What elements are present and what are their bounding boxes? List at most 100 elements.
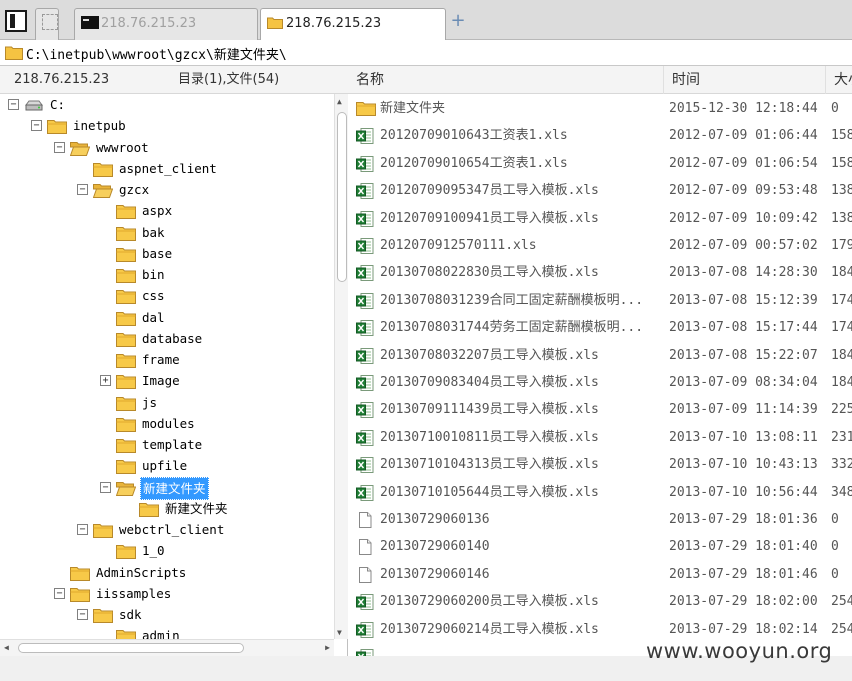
tree-node[interactable]: admin [100, 625, 334, 639]
tree-node[interactable]: aspnet_client [77, 158, 334, 179]
collapse-toggle-icon[interactable]: − [31, 120, 42, 132]
file-time: 2013-07-29 18:01:40 [669, 539, 818, 555]
tree-node[interactable]: + Image [100, 370, 334, 391]
collapse-toggle-icon[interactable]: − [77, 184, 88, 195]
collapse-toggle-icon[interactable]: − [77, 609, 88, 620]
file-time: 2013-07-09 08:34:04 [669, 375, 818, 390]
scroll-down-arrow-icon[interactable]: ▼ [337, 628, 342, 637]
tree-node[interactable]: template [100, 434, 334, 455]
column-header-name[interactable]: 名称 [348, 66, 664, 94]
file-row[interactable]: 20130710010811员工导入模板.xls 2013-07-10 13:08… [348, 424, 852, 451]
tree-node[interactable]: AdminScripts [54, 562, 334, 583]
file-row[interactable]: 20120709010643工资表1.xls 2012-07-09 01:06:4… [348, 122, 852, 149]
tree-node[interactable]: − 新建文件夹 [100, 476, 334, 500]
folder-open-icon [69, 140, 91, 156]
tree-node[interactable]: − inetpub [31, 115, 331, 136]
collapse-toggle-icon[interactable]: − [54, 141, 65, 153]
tree-node-label: modules [142, 415, 195, 431]
folder-icon [116, 373, 136, 390]
expand-toggle-icon[interactable]: + [100, 375, 111, 387]
tree-node[interactable]: 新建文件夹 [123, 498, 334, 519]
tree-node[interactable]: base [100, 243, 334, 264]
file-row[interactable]: 20130708031239合同工固定薪酬模板明... 2013-07-08 15… [348, 287, 852, 314]
tree-node[interactable]: dal [100, 307, 334, 328]
tree-node[interactable]: upfile [100, 455, 334, 476]
file-row[interactable]: 20130729060136 2013-07-29 18:01:36 0 [348, 506, 852, 533]
file-row[interactable]: 20130709083404员工导入模板.xls 2013-07-09 08:34… [348, 369, 852, 396]
tree-node[interactable]: − wwwroot [54, 137, 334, 158]
file-time: 2013-07-09 11:14:39 [669, 402, 818, 418]
tree-node[interactable]: − iissamples [54, 583, 334, 604]
tree-node-label: webctrl_client [119, 522, 225, 537]
file-size: 254 [831, 621, 852, 637]
tree-node[interactable]: frame [100, 349, 334, 370]
file-row[interactable]: 20120709010654工资表1.xls 2012-07-09 01:06:5… [348, 150, 852, 177]
tree-node[interactable]: − C: [8, 94, 308, 115]
excel-icon [356, 648, 374, 656]
tree-node-label: AdminScripts [96, 564, 187, 580]
file-row[interactable]: 20130708031744劳务工固定薪酬模板明... 2013-07-08 15… [348, 314, 852, 341]
tab-label: 218.76.215.23 [101, 16, 197, 31]
collapse-toggle-icon[interactable]: − [8, 99, 19, 110]
tree-node[interactable]: − sdk [77, 604, 334, 625]
add-tab-button[interactable]: + [449, 10, 467, 32]
file-row[interactable]: 20130708022830员工导入模板.xls 2013-07-08 14:28… [348, 259, 852, 286]
folder-icon [116, 543, 136, 560]
folder-icon [93, 161, 113, 177]
column-header-size[interactable]: 大小 [826, 66, 852, 94]
file-row[interactable]: 20120709095347员工导入模板.xls 2012-07-09 09:53… [348, 177, 852, 204]
tree-node[interactable]: 1_0 [100, 540, 334, 561]
file-row[interactable]: 20130729060146 2013-07-29 18:01:46 0 [348, 561, 852, 588]
file-name: 20120709010643工资表1.xls [380, 128, 568, 144]
tab-terminal[interactable]: 218.76.215.23 [74, 8, 258, 40]
tree-node[interactable]: css [100, 285, 334, 306]
file-name: 20130709083404员工导入模板.xls [380, 375, 599, 390]
file-row[interactable]: 新建文件夹 2015-12-30 12:18:44 0 [348, 95, 852, 122]
tree-node-label: iissamples [96, 585, 172, 601]
watermark: www.wooyun.org [646, 639, 833, 663]
column-header-time[interactable]: 时间 [664, 66, 826, 94]
collapse-toggle-icon[interactable]: − [100, 481, 111, 493]
collapse-toggle-icon[interactable]: − [77, 524, 88, 535]
tree-node[interactable]: modules [100, 413, 334, 434]
file-row[interactable]: 20130709111439员工导入模板.xls 2013-07-09 11:14… [348, 396, 852, 423]
blank-tab[interactable] [35, 8, 59, 40]
file-row[interactable]: 20120709100941员工导入模板.xls 2012-07-09 10:09… [348, 205, 852, 232]
tree-node[interactable]: − gzcx [77, 179, 334, 200]
file-row[interactable]: 20130710105644员工导入模板.xls 2013-07-10 10:56… [348, 479, 852, 506]
file-row[interactable]: 20130729060200员工导入模板.xls 2013-07-29 18:02… [348, 588, 852, 615]
excel-icon [356, 429, 374, 447]
folder-icon [70, 586, 90, 602]
file-row[interactable]: 20130708032207员工导入模板.xls 2013-07-08 15:22… [348, 342, 852, 369]
scrollbar-thumb[interactable] [337, 112, 347, 282]
tree-node[interactable]: bak [100, 222, 334, 243]
scroll-up-arrow-icon[interactable]: ▲ [337, 97, 342, 106]
scroll-right-arrow-icon[interactable]: ▶ [325, 643, 330, 652]
scrollbar-thumb[interactable] [18, 643, 244, 653]
folder-icon [116, 225, 136, 241]
tree-node[interactable]: database [100, 328, 334, 349]
scroll-left-arrow-icon[interactable]: ◀ [4, 643, 9, 652]
file-time: 2013-07-08 15:22:07 [669, 347, 818, 363]
file-row[interactable]: 2012070912570111.xls 2012-07-09 00:57:02 1… [348, 232, 852, 259]
file-row[interactable]: 20130710104313员工导入模板.xls 2013-07-10 10:43… [348, 451, 852, 478]
tree-node[interactable]: js [100, 392, 334, 413]
excel-icon [356, 484, 374, 502]
tree-node-label: wwwroot [96, 139, 149, 155]
tree-node-label: bak [142, 224, 165, 240]
file-name: 新建文件夹 [380, 101, 446, 116]
collapse-toggle-icon[interactable]: − [54, 587, 65, 599]
file-name: 20130729060214员工导入模板.xls [380, 621, 599, 637]
file-row[interactable]: 20130729060140 2013-07-29 18:01:40 0 [348, 533, 852, 560]
tree-vertical-scrollbar[interactable]: ▲ ▼ [334, 94, 348, 639]
tree-node[interactable]: aspx [100, 200, 334, 221]
file-size: 158 [831, 128, 852, 144]
tree-horizontal-scrollbar[interactable]: ◀ ▶ [0, 639, 334, 656]
sidebar-toggle-button[interactable] [5, 10, 27, 32]
tab-file-manager[interactable]: 218.76.215.23 [260, 8, 446, 40]
folder-open-icon [92, 182, 114, 198]
file-size: 174 [831, 320, 852, 336]
tree-node[interactable]: bin [100, 264, 334, 285]
tree-node[interactable]: − webctrl_client [77, 519, 334, 540]
path-input[interactable] [26, 43, 846, 63]
